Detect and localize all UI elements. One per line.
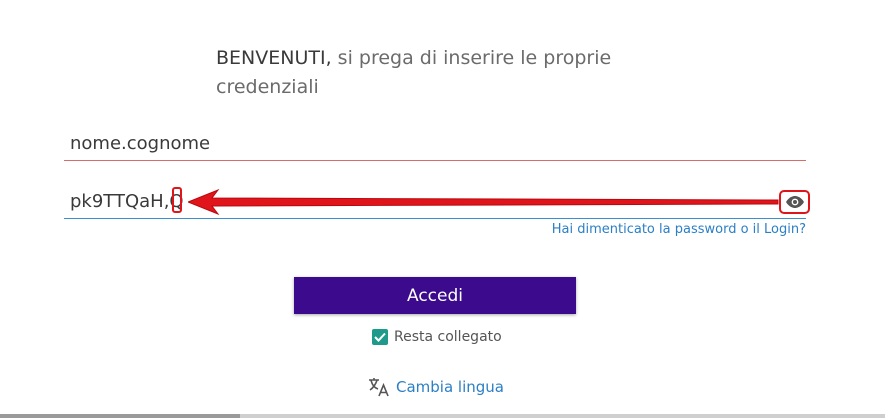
- welcome-text: BENVENUTI, si prega di inserire le propr…: [216, 44, 656, 102]
- check-icon: [374, 332, 386, 342]
- username-field[interactable]: nome.cognome: [64, 125, 806, 161]
- change-language-label: Cambia lingua: [396, 378, 504, 396]
- show-password-button[interactable]: [779, 190, 810, 214]
- forgot-password-link[interactable]: Hai dimenticato la password o il Login?: [552, 222, 806, 237]
- remember-checkbox[interactable]: [372, 329, 388, 345]
- caret-highlight-box: [172, 187, 182, 213]
- eye-icon: [785, 196, 804, 208]
- welcome-heading: BENVENUTI,: [216, 47, 332, 69]
- remember-label: Resta collegato: [394, 329, 502, 345]
- change-language-link[interactable]: Cambia lingua: [368, 377, 504, 397]
- login-button[interactable]: Accedi: [294, 277, 576, 314]
- password-value: pk9TTQaH,Q: [70, 191, 184, 212]
- arrow-annotation: [188, 189, 779, 215]
- translate-icon: [369, 378, 389, 397]
- remember-me[interactable]: Resta collegato: [372, 329, 502, 345]
- bottom-divider: [0, 414, 885, 418]
- username-value: nome.cognome: [70, 133, 211, 154]
